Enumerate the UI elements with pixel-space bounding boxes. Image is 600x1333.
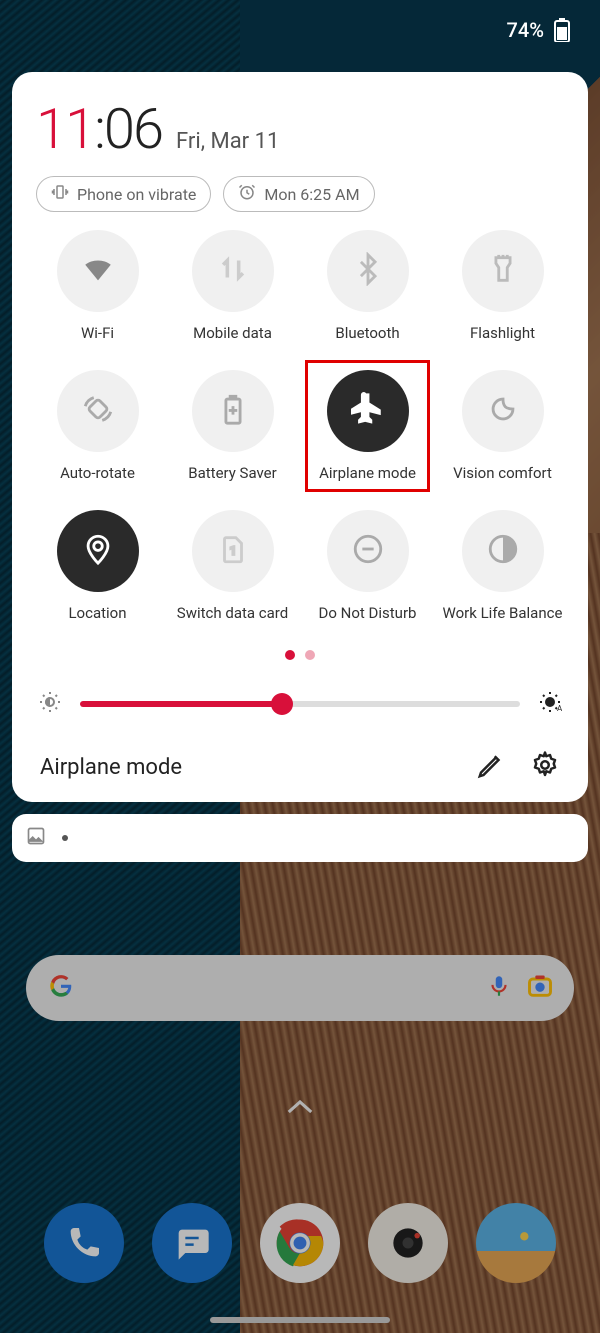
vision-comfort-icon (486, 392, 520, 430)
footer-title: Airplane mode (40, 755, 452, 780)
page-dot-2[interactable] (305, 650, 315, 660)
qs-bluetooth[interactable]: Bluetooth (300, 230, 435, 342)
do-not-disturb-icon (351, 532, 385, 570)
alarm-label: Mon 6:25 AM (264, 185, 359, 204)
qs-vision-comfort[interactable]: Vision comfort (435, 370, 570, 482)
gallery-app[interactable] (476, 1203, 556, 1283)
settings-button[interactable] (530, 750, 560, 784)
sim-card-icon: 1 (216, 532, 250, 570)
panel-footer: Airplane mode (30, 750, 570, 784)
home-dock (0, 1203, 600, 1283)
clock-minute: 06 (104, 96, 162, 162)
page-dot-1[interactable] (285, 650, 295, 660)
work-life-balance-icon (486, 532, 520, 570)
chrome-app[interactable] (260, 1203, 340, 1283)
qs-do-not-disturb-label: Do Not Disturb (319, 604, 417, 622)
clock-date: Fri, Mar 11 (176, 129, 279, 154)
qs-location[interactable]: Location (30, 510, 165, 622)
vibrate-label: Phone on vibrate (77, 185, 196, 204)
status-chip-row: Phone on vibrate Mon 6:25 AM (30, 176, 570, 212)
qs-do-not-disturb[interactable]: Do Not Disturb (300, 510, 435, 622)
camera-app[interactable] (368, 1203, 448, 1283)
qs-battery-saver-label: Battery Saver (188, 464, 276, 482)
brightness-thumb[interactable] (271, 693, 293, 715)
qs-work-life-balance[interactable]: Work Life Balance (435, 510, 570, 622)
status-bar: 74% (0, 0, 600, 60)
qs-wifi-label: Wi-Fi (81, 324, 114, 342)
qs-auto-rotate-label: Auto-rotate (60, 464, 135, 482)
notification-bar[interactable] (12, 814, 588, 862)
google-g-icon (46, 971, 76, 1005)
google-search-bar[interactable] (26, 955, 574, 1021)
qs-battery-saver[interactable]: Battery Saver (165, 370, 300, 482)
mic-icon[interactable] (486, 973, 512, 1003)
brightness-slider-row: A (30, 690, 570, 718)
qs-flashlight-label: Flashlight (470, 324, 535, 342)
qs-bluetooth-label: Bluetooth (335, 324, 399, 342)
qs-auto-rotate[interactable]: Auto-rotate (30, 370, 165, 482)
mobile-data-icon (216, 252, 250, 290)
edit-button[interactable] (476, 750, 506, 784)
qs-mobile-data-label: Mobile data (193, 324, 272, 342)
clock-row[interactable]: 11:06 Fri, Mar 11 (30, 96, 570, 162)
clock-hour: 11 (36, 96, 94, 162)
app-drawer-indicator[interactable] (285, 1098, 315, 1120)
vibrate-icon (51, 183, 69, 205)
pagination-dots (30, 650, 570, 660)
battery-percent: 74% (507, 18, 544, 42)
qs-airplane-mode[interactable]: Airplane mode (300, 370, 435, 482)
qs-wifi[interactable]: Wi-Fi (30, 230, 165, 342)
qs-vision-comfort-label: Vision comfort (453, 464, 552, 482)
brightness-auto-icon[interactable]: A (538, 690, 562, 718)
svg-text:A: A (557, 704, 562, 713)
messages-app[interactable] (152, 1203, 232, 1283)
qs-location-label: Location (68, 604, 126, 622)
wifi-icon (81, 252, 115, 290)
brightness-slider[interactable] (80, 701, 520, 707)
home-indicator[interactable] (210, 1317, 390, 1323)
brightness-low-icon (38, 690, 62, 718)
qs-switch-data-card[interactable]: 1 Switch data card (165, 510, 300, 622)
phone-app[interactable] (44, 1203, 124, 1283)
location-icon (81, 532, 115, 570)
qs-flashlight[interactable]: Flashlight (435, 230, 570, 342)
qs-mobile-data[interactable]: Mobile data (165, 230, 300, 342)
highlight-box (305, 360, 430, 492)
qs-work-life-balance-label: Work Life Balance (443, 604, 563, 622)
quick-settings-panel: 11:06 Fri, Mar 11 Phone on vibrate Mon 6… (12, 72, 588, 802)
lens-icon[interactable] (526, 972, 554, 1004)
battery-saver-icon (216, 392, 250, 430)
flashlight-icon (486, 252, 520, 290)
clock-time: 11:06 (36, 96, 162, 162)
alarm-icon (238, 183, 256, 205)
auto-rotate-icon (81, 392, 115, 430)
battery-icon (554, 18, 570, 42)
qs-switch-data-card-label: Switch data card (177, 604, 288, 622)
svg-text:1: 1 (229, 544, 235, 558)
notification-dot (62, 835, 68, 841)
image-icon (26, 826, 46, 850)
quick-settings-grid: Wi-Fi Mobile data Bluetooth Flashlight A… (30, 230, 570, 622)
vibrate-chip[interactable]: Phone on vibrate (36, 176, 211, 212)
bluetooth-icon (351, 252, 385, 290)
alarm-chip[interactable]: Mon 6:25 AM (223, 176, 374, 212)
